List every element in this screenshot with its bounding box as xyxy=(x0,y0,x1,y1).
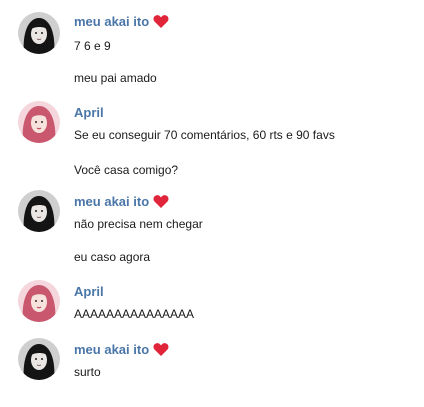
message-text: AAAAAAAAAAAAAAA xyxy=(74,307,195,321)
pink-hair-girl-avatar xyxy=(18,101,60,143)
message-text: 7 6 e 9 xyxy=(74,39,111,53)
avatar[interactable] xyxy=(18,338,60,380)
author-name[interactable]: meu akai ito xyxy=(74,14,149,29)
avatar[interactable] xyxy=(18,101,60,143)
dark-hair-girl-avatar xyxy=(18,12,60,54)
author-row: meu akai ito xyxy=(74,192,169,210)
red-heart-icon xyxy=(153,14,169,29)
chat-thread: meu akai ito 7 6 e 9 meu pai amado April… xyxy=(0,0,424,407)
message-text: surto xyxy=(74,365,101,379)
author-name[interactable]: meu akai ito xyxy=(74,342,149,357)
author-row: April xyxy=(74,103,104,121)
author-row: April xyxy=(74,282,104,300)
author-name[interactable]: April xyxy=(74,105,104,120)
red-heart-icon xyxy=(153,342,169,357)
message-text: eu caso agora xyxy=(74,250,151,264)
avatar[interactable] xyxy=(18,12,60,54)
author-row: meu akai ito xyxy=(74,12,169,30)
message-text: meu pai amado xyxy=(74,71,157,85)
dark-hair-girl-avatar xyxy=(18,190,60,232)
message-text: não precisa nem chegar xyxy=(74,217,203,231)
author-row: meu akai ito xyxy=(74,340,169,358)
author-name[interactable]: meu akai ito xyxy=(74,194,149,209)
message-text: Você casa comigo? xyxy=(74,163,179,177)
avatar[interactable] xyxy=(18,190,60,232)
pink-hair-girl-avatar xyxy=(18,280,60,322)
avatar[interactable] xyxy=(18,280,60,322)
author-name[interactable]: April xyxy=(74,284,104,299)
red-heart-icon xyxy=(153,194,169,209)
message-text: Se eu conseguir 70 comentários, 60 rts e… xyxy=(74,128,335,142)
dark-hair-girl-avatar xyxy=(18,338,60,380)
